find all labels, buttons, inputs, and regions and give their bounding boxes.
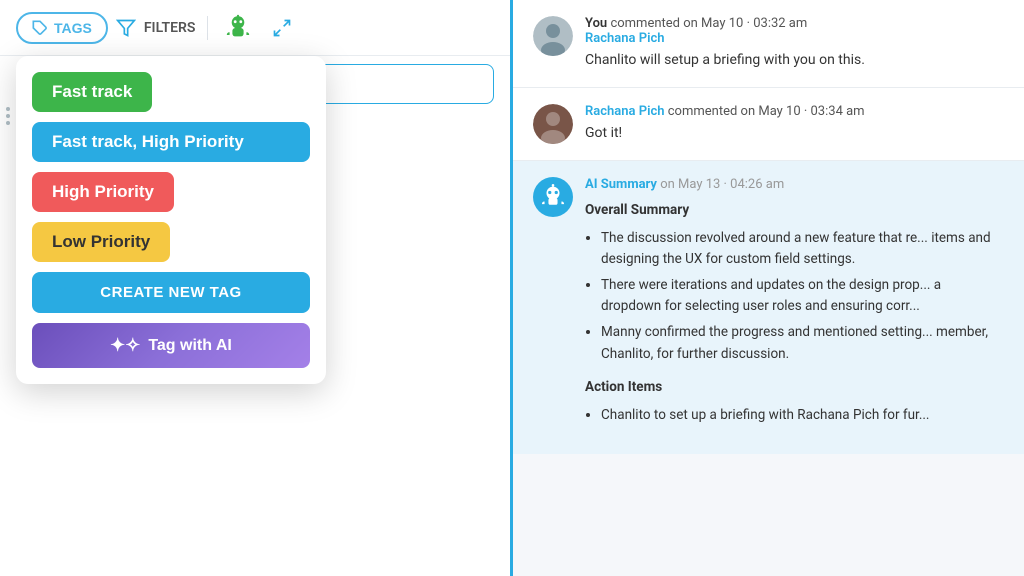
overall-summary-title: Overall Summary (585, 200, 1004, 222)
filter-icon (116, 18, 136, 38)
expand-icon-btn[interactable] (264, 10, 300, 46)
tags-tab[interactable]: TAGS (16, 12, 108, 44)
expand-icon (272, 18, 292, 38)
filters-label[interactable]: FILTERS (144, 20, 196, 36)
fast-track-tag-btn[interactable]: Fast track (32, 72, 152, 112)
comment-rachana-text: Got it! (585, 123, 1004, 144)
tag-icon (32, 20, 48, 36)
create-new-tag-btn[interactable]: CREATE NEW TAG (32, 272, 310, 313)
tag-with-ai-btn[interactable]: ✦✧ Tag with AI (32, 323, 310, 368)
comment-you: You commented on May 10 · 03:32 am Racha… (513, 0, 1024, 88)
low-priority-tag-btn[interactable]: Low Priority (32, 222, 170, 262)
action-bullet-1: Chanlito to set up a briefing with Racha… (601, 405, 1004, 427)
ai-stars-icon: ✦✧ (110, 335, 140, 356)
comment-you-meta: You commented on May 10 · 03:32 am Racha… (585, 16, 1004, 46)
ai-summary-block: AI Summary on May 13 · 04:26 am Overall … (513, 161, 1024, 454)
ai-summary-label: AI Summary (585, 177, 657, 192)
high-priority-tag-btn[interactable]: High Priority (32, 172, 174, 212)
rachana-commented-on: commented on May 10 · 03:34 am (668, 104, 865, 119)
ai-meta: AI Summary on May 13 · 04:26 am (585, 177, 1004, 192)
action-items-title: Action Items (585, 377, 1004, 399)
dropdown-panel: Fast track Fast track, High Priority Hig… (16, 56, 326, 384)
rachana-avatar (533, 104, 573, 144)
ai-content: AI Summary on May 13 · 04:26 am Overall … (585, 177, 1004, 438)
action-bullets: Chanlito to set up a briefing with Racha… (585, 405, 1004, 427)
ai-avatar (533, 177, 573, 217)
three-dots (2, 103, 14, 129)
tags-label: TAGS (54, 20, 92, 36)
ai-icon-btn[interactable] (220, 10, 256, 46)
toolbar: TAGS FILTERS (0, 0, 510, 56)
you-label: You (585, 16, 607, 31)
comment-rachana: Rachana Pich commented on May 10 · 03:34… (513, 88, 1024, 161)
rachana-pich-link-2[interactable]: Rachana Pich (585, 104, 665, 119)
dot2 (6, 114, 10, 118)
comment-you-body: You commented on May 10 · 03:32 am Racha… (585, 16, 1004, 71)
ai-timestamp: on May 13 · 04:26 am (660, 177, 784, 192)
comment-you-text: Chanlito will setup a briefing with you … (585, 50, 1004, 71)
ai-bot-icon (540, 184, 566, 210)
bullet-1: The discussion revolved around a new fea… (601, 228, 1004, 271)
overall-bullets: The discussion revolved around a new fea… (585, 228, 1004, 366)
bullet-2: There were iterations and updates on the… (601, 275, 1004, 318)
dot3 (6, 121, 10, 125)
you-avatar (533, 16, 573, 56)
comment-rachana-body: Rachana Pich commented on May 10 · 03:34… (585, 104, 1004, 144)
right-panel: You commented on May 10 · 03:32 am Racha… (510, 0, 1024, 576)
comment-rachana-meta: Rachana Pich commented on May 10 · 03:34… (585, 104, 1004, 119)
fast-track-high-priority-tag-btn[interactable]: Fast track, High Priority (32, 122, 310, 162)
toolbar-divider (207, 16, 208, 40)
tag-ai-label: Tag with AI (148, 337, 232, 355)
dot1 (6, 107, 10, 111)
ai-summary-content: Overall Summary The discussion revolved … (585, 200, 1004, 426)
bullet-3: Manny confirmed the progress and mention… (601, 322, 1004, 365)
ai-robot-icon (224, 14, 252, 42)
commented-on-text: commented on May 10 · 03:32 am (610, 16, 807, 31)
left-panel: TAGS FILTERS (0, 0, 510, 576)
rachana-pich-link-1[interactable]: Rachana Pich (585, 31, 665, 46)
